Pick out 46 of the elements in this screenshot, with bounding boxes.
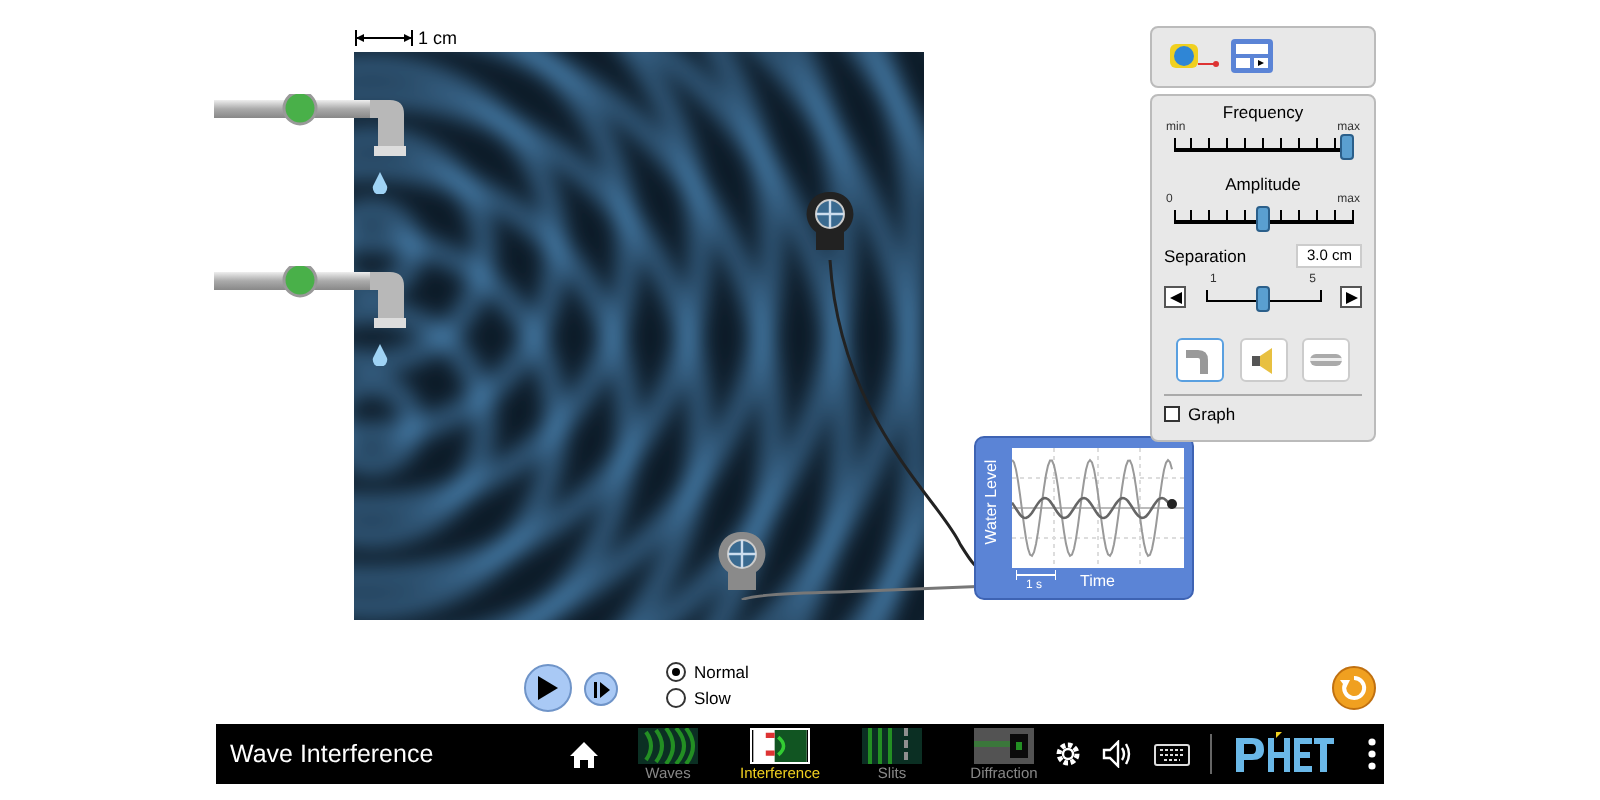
ruler-icon (354, 30, 414, 46)
ruler-label: 1 cm (418, 28, 458, 48)
left-arrow-icon (1169, 291, 1181, 304)
slits-thumbnail-icon (862, 727, 922, 763)
play-button[interactable] (524, 664, 572, 712)
slider-thumb[interactable] (1256, 285, 1270, 312)
measuring-tape-icon[interactable] (1168, 40, 1220, 72)
more-options-icon[interactable] (1368, 738, 1376, 770)
waves-thumbnail-icon (638, 727, 698, 763)
step-button[interactable] (584, 672, 618, 706)
speed-label: Slow (694, 688, 731, 708)
slider-title: Frequency (1220, 102, 1306, 122)
radio-button[interactable] (666, 688, 686, 708)
graph-checkbox[interactable] (1164, 406, 1180, 423)
increase-button[interactable] (1340, 286, 1362, 309)
sound-scene-button[interactable] (1239, 337, 1287, 382)
water-scene-button[interactable] (1176, 337, 1224, 382)
decrease-button[interactable] (1164, 286, 1186, 309)
interference-thumbnail-icon (750, 727, 810, 763)
time-scale-icon (1016, 570, 1056, 580)
settings-icon[interactable] (1054, 740, 1082, 768)
faucet-icon (214, 94, 406, 158)
slider-title: Separation (1164, 244, 1247, 270)
slider-title: Amplitude (1223, 174, 1303, 194)
reset-icon (1340, 674, 1368, 702)
speaker-icon[interactable] (1102, 740, 1134, 768)
home-icon[interactable] (570, 741, 598, 767)
speed-label: Normal (694, 662, 749, 682)
water-drop-icon (372, 172, 388, 194)
radio-button[interactable] (666, 662, 686, 682)
reset-button[interactable] (1332, 666, 1376, 710)
slider-thumb[interactable] (1256, 206, 1270, 232)
graph-y-label: Water Level (980, 459, 1002, 545)
graph-x-label: Time (1080, 572, 1115, 592)
slider-thumb[interactable] (1339, 134, 1353, 160)
right-arrow-icon (1345, 291, 1357, 304)
keyboard-icon[interactable] (1154, 742, 1190, 766)
play-icon (538, 676, 558, 700)
diffraction-thumbnail-icon (974, 727, 1034, 763)
faucet-icon (214, 266, 406, 330)
graph-label: Graph (1188, 401, 1236, 427)
laser-icon (1310, 353, 1342, 366)
step-icon (593, 681, 609, 697)
sim-title: Wave Interference (230, 737, 436, 772)
stopwatch-tool-icon[interactable] (1230, 38, 1274, 74)
water-drop-icon (372, 344, 388, 366)
